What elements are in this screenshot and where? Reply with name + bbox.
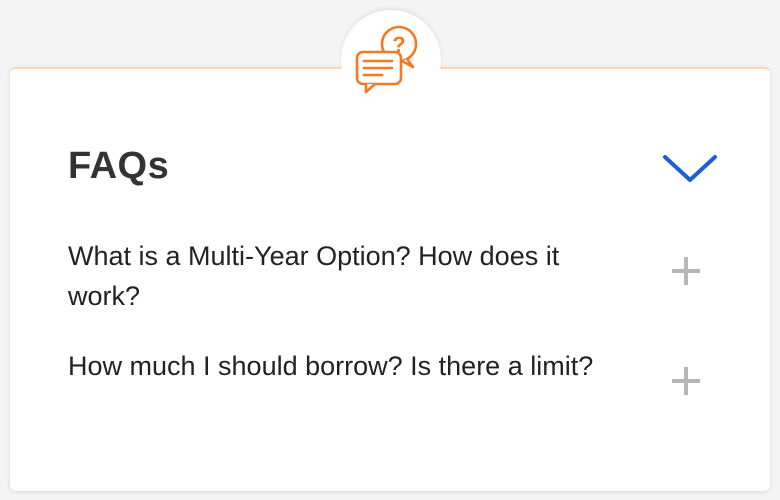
plus-icon[interactable]	[670, 255, 702, 287]
chat-question-icon: ?	[355, 25, 418, 94]
faq-widget: ? FAQs What is a Multi-Year Option? How …	[0, 0, 780, 500]
faq-header[interactable]: FAQs	[68, 144, 728, 194]
plus-icon[interactable]	[670, 365, 702, 397]
faq-question: How much I should borrow? Is there a lim…	[68, 351, 594, 381]
faq-item[interactable]: What is a Multi-Year Option? How does it…	[68, 236, 728, 316]
faq-title: FAQs	[68, 145, 170, 187]
faq-question: What is a Multi-Year Option? How does it…	[68, 241, 560, 311]
chevron-down-icon[interactable]	[662, 150, 718, 186]
faq-item[interactable]: How much I should borrow? Is there a lim…	[68, 346, 728, 426]
